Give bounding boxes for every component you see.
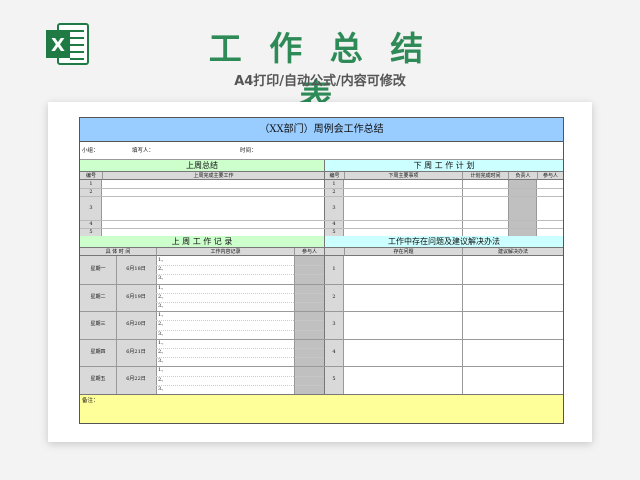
- col-blank: [324, 248, 344, 256]
- banner: X 工 作 总 结 表 A4打印/自动公式/内容可修改: [0, 0, 640, 116]
- problems-title: 工作中存在问题及建议解决办法: [324, 236, 563, 248]
- col-specific-time: 具 体 时 间: [80, 248, 156, 256]
- group-label: 小组：: [82, 148, 99, 154]
- record-item: 1、: [158, 284, 167, 291]
- day-label: 星期二: [90, 293, 106, 300]
- record-item: 3、: [158, 275, 167, 282]
- summary-row-2: 2: [89, 189, 93, 195]
- col-participant-right: 参与人: [537, 172, 563, 180]
- next-week-plan-title: 下 周 工 作 计 划: [324, 160, 563, 172]
- day-label: 星期一: [90, 266, 106, 272]
- col-solution: 建议解决办法: [462, 248, 563, 256]
- day-label: 星期五: [90, 376, 106, 383]
- record-item: 3、: [158, 330, 167, 337]
- record-item: 1、: [158, 257, 167, 263]
- record-item: 2、: [158, 349, 167, 355]
- summary-row-5: 5: [89, 229, 93, 235]
- day-label: 星期三: [90, 321, 106, 328]
- problem-row-number: 1: [332, 266, 336, 272]
- excel-icon: X: [46, 23, 89, 65]
- problem-row-number: 2: [332, 293, 336, 300]
- problem-row-number: 3: [332, 321, 336, 328]
- last-week-record-title: 上 周 工 作 记 录: [80, 236, 324, 248]
- record-item: 1、: [158, 312, 167, 319]
- time-label: 时间：: [240, 148, 257, 154]
- col-content: 工作内容记录: [156, 248, 294, 256]
- summary-sheet: （XX部门）周例会工作总结 小组： 填写人： 时间： 上周总结 下 周 工 作 …: [79, 117, 564, 424]
- plan-row-2: 2: [332, 189, 336, 195]
- summary-row-3: 3: [89, 205, 93, 211]
- svg-text:X: X: [51, 35, 65, 56]
- writer-label: 填写人：: [132, 148, 155, 154]
- col-no-left: 编号: [80, 172, 102, 180]
- day-date: 6月21日: [126, 348, 146, 355]
- record-participant-column: [294, 256, 324, 394]
- col-participant-left: 参与人: [294, 248, 324, 256]
- page-subtitle: A4打印/自动公式/内容可修改: [234, 74, 406, 89]
- record-item: 3、: [158, 358, 167, 365]
- sheet-title: （XX部门）周例会工作总结: [80, 118, 563, 142]
- col-work: 上周完成主要工作: [102, 172, 324, 180]
- remark-row: 备注：: [80, 394, 563, 423]
- record-item: 2、: [158, 266, 167, 273]
- day-date: 6月19日: [126, 293, 146, 300]
- col-item: 下周主要事项: [344, 172, 462, 180]
- day-label: 星期四: [90, 348, 106, 355]
- day-date: 6月20日: [126, 321, 146, 328]
- col-problem: 存在问题: [344, 248, 462, 256]
- record-item: 1、: [158, 367, 167, 374]
- plan-row-3: 3: [332, 205, 336, 211]
- plan-row-1: 1: [332, 181, 336, 187]
- summary-row-4: 4: [89, 221, 93, 227]
- record-item: 3、: [158, 385, 167, 392]
- record-item: 2、: [158, 376, 167, 383]
- plan-row-5: 5: [332, 229, 336, 235]
- info-row: 小组： 填写人： 时间：: [80, 142, 563, 160]
- record-item: 2、: [158, 321, 167, 328]
- last-week-summary-title: 上周总结: [80, 160, 324, 172]
- col-owner: 负责人: [508, 172, 537, 180]
- day-date: 6月22日: [126, 376, 146, 383]
- record-item: 2、: [158, 293, 167, 300]
- summary-row-1: 1: [89, 181, 93, 187]
- col-no-right: 编号: [324, 172, 344, 180]
- record-item: 3、: [158, 303, 167, 309]
- plan-row-4: 4: [332, 221, 336, 227]
- problem-row-number: 4: [332, 348, 336, 355]
- record-item: 1、: [158, 339, 167, 346]
- problem-row-number: 5: [332, 376, 336, 383]
- day-date: 6月18日: [126, 266, 146, 272]
- col-plan-time: 计划完成时间: [462, 172, 508, 180]
